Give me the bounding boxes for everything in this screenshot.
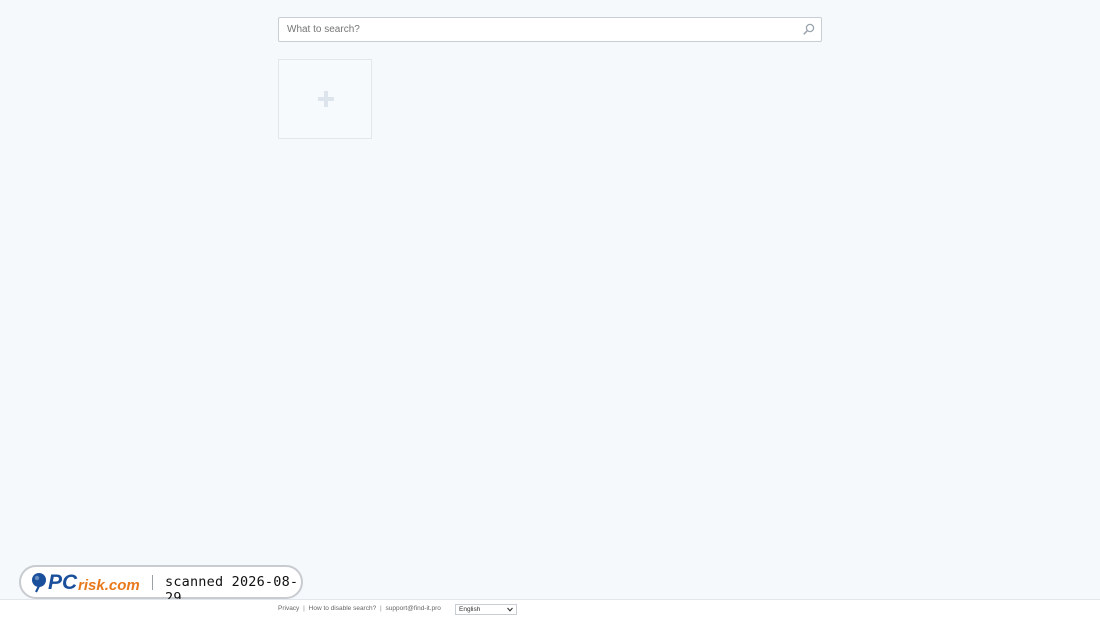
search-bar[interactable] (278, 17, 822, 42)
footer: Privacy | How to disable search? | suppo… (0, 599, 1100, 619)
new-tab-page: PC risk.com scanned 2026-08-29 Privacy |… (0, 0, 1100, 619)
language-select[interactable]: English (455, 604, 517, 615)
language-selected-value: English (459, 606, 481, 613)
privacy-link[interactable]: Privacy (278, 605, 299, 612)
svg-text:PC: PC (48, 571, 78, 593)
footer-separator: | (380, 605, 382, 612)
chevron-down-icon (507, 607, 513, 612)
svg-text:risk.com: risk.com (78, 577, 140, 593)
watermark-divider (152, 575, 153, 590)
pcrisk-watermark: PC risk.com scanned 2026-08-29 (19, 565, 303, 606)
disable-search-link[interactable]: How to disable search? (309, 605, 377, 612)
pcrisk-logo: PC risk.com (32, 571, 140, 593)
add-shortcut-tile[interactable] (278, 59, 372, 139)
search-input[interactable] (279, 18, 787, 41)
plus-icon (318, 91, 334, 107)
footer-links: Privacy | How to disable search? | suppo… (278, 605, 441, 612)
search-icon[interactable] (803, 23, 815, 35)
support-email-link[interactable]: support@find-it.pro (386, 605, 441, 612)
footer-separator: | (303, 605, 305, 612)
